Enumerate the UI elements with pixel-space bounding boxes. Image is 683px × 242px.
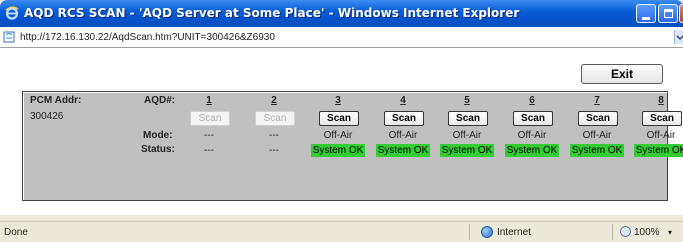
aqd-number[interactable]: 2 (247, 95, 301, 106)
status-value: System OK (440, 144, 494, 157)
status-value: System OK (505, 144, 559, 157)
zoom-level[interactable]: 100% (634, 227, 660, 238)
scan-button: Scan (255, 111, 295, 126)
aqd-number[interactable]: 4 (376, 95, 430, 106)
status-bar: Done Internet 100% ▾ (0, 221, 683, 242)
mode-value: Off-Air (452, 130, 482, 141)
aqd-column: 3 Scan Off-Air System OK (311, 92, 365, 202)
status-value: --- (204, 145, 214, 156)
status-label: Status: (141, 144, 175, 155)
aqd-column: 8 Scan Off-Air System OK (634, 92, 683, 202)
aqd-number[interactable]: 6 (505, 95, 559, 106)
aqd-column: 6 Scan Off-Air System OK (505, 92, 559, 202)
aqd-scan-panel: PCM Addr: 300426 AQD#: Mode: Status: 1 Sc… (22, 91, 683, 202)
status-value: System OK (311, 144, 365, 157)
ie-logo-icon (5, 6, 19, 20)
scan-button[interactable]: Scan (578, 111, 618, 126)
security-zone: Internet (497, 227, 531, 238)
chevron-down-icon (676, 35, 683, 41)
maximize-button[interactable] (658, 4, 678, 23)
minimize-button[interactable] (636, 4, 656, 23)
title-bar[interactable]: AQD RCS SCAN - 'AQD Server at Some Place… (0, 0, 683, 27)
status-value: System OK (570, 144, 624, 157)
scan-button[interactable]: Scan (513, 111, 553, 126)
pcm-addr-value: 300426 (30, 111, 64, 122)
aqd-column: 1 Scan --- --- (182, 92, 236, 202)
zoom-icon[interactable] (620, 226, 631, 237)
exit-button[interactable]: Exit (581, 64, 663, 84)
status-value: --- (269, 145, 279, 156)
status-divider (469, 224, 470, 240)
scan-button[interactable]: Scan (642, 111, 682, 126)
aqd-column: 5 Scan Off-Air System OK (440, 92, 494, 202)
aqd-column: 2 Scan --- --- (247, 92, 301, 202)
aqd-number-label: AQD#: (144, 95, 176, 106)
scan-button[interactable]: Scan (384, 111, 424, 126)
aqd-number[interactable]: 3 (311, 95, 365, 106)
mode-value: Off-Air (517, 130, 547, 141)
pcm-addr-label: PCM Addr: (30, 95, 82, 106)
browser-window: AQD RCS SCAN - 'AQD Server at Some Place… (0, 0, 683, 242)
address-url[interactable]: http://172.16.130.22/AqdScan.htm?UNIT=30… (20, 32, 275, 43)
mode-value: Off-Air (646, 130, 676, 141)
page-icon (3, 31, 15, 43)
status-divider (612, 224, 613, 240)
aqd-column: 4 Scan Off-Air System OK (376, 92, 430, 202)
status-value: System OK (634, 144, 683, 157)
aqd-number[interactable]: 5 (440, 95, 494, 106)
mode-value: --- (204, 130, 214, 141)
scan-button[interactable]: Scan (319, 111, 359, 126)
scan-button: Scan (190, 111, 230, 126)
status-value: System OK (376, 144, 430, 157)
scan-button[interactable]: Scan (448, 111, 488, 126)
mode-value: Off-Air (323, 130, 353, 141)
zoom-dropdown-icon[interactable]: ▾ (668, 228, 672, 237)
aqd-number[interactable]: 8 (634, 95, 683, 106)
window-title: AQD RCS SCAN - 'AQD Server at Some Place… (24, 6, 520, 20)
page-content: Exit PCM Addr: 300426 AQD#: Mode: Status… (0, 48, 683, 215)
mode-value: Off-Air (388, 130, 418, 141)
aqd-number[interactable]: 1 (182, 95, 236, 106)
aqd-column: 7 Scan Off-Air System OK (570, 92, 624, 202)
mode-value: --- (269, 130, 279, 141)
address-bar[interactable]: http://172.16.130.22/AqdScan.htm?UNIT=30… (0, 27, 683, 48)
aqd-number[interactable]: 7 (570, 95, 624, 106)
address-dropdown-button[interactable] (674, 30, 683, 44)
mode-label: Mode: (143, 130, 173, 141)
close-button[interactable] (679, 4, 683, 23)
status-text: Done (4, 227, 28, 238)
mode-value: Off-Air (582, 130, 612, 141)
globe-icon (481, 226, 493, 238)
